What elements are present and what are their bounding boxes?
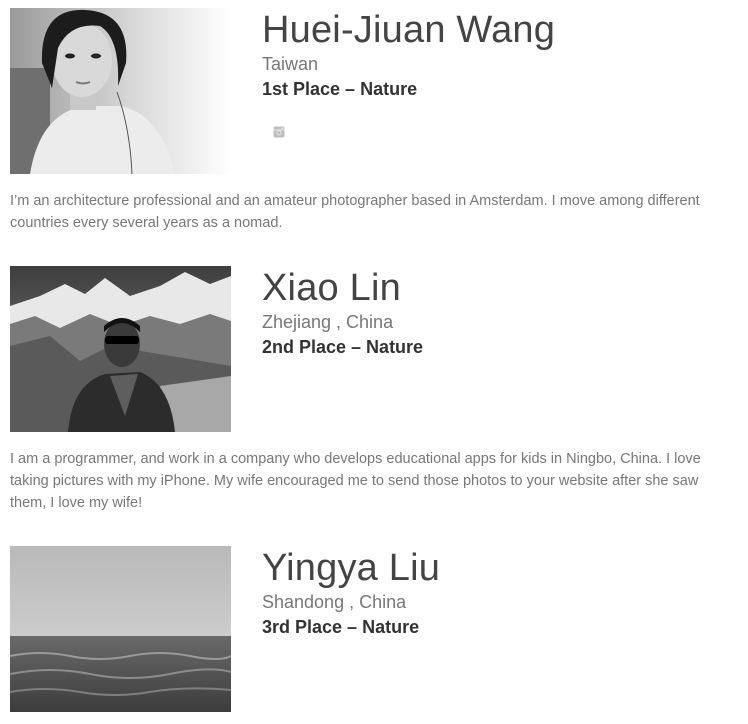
winner-name: Yingya Liu bbox=[262, 547, 441, 589]
winner-bio: I’m an architecture professional and an … bbox=[10, 193, 700, 231]
winner-location: Zhejiang , China bbox=[262, 312, 394, 332]
portrait-image bbox=[10, 8, 231, 174]
winner-name: Xiao Lin bbox=[262, 267, 401, 309]
winner-info: Xiao Lin Zhejiang , China 2nd Place – Na… bbox=[262, 266, 423, 361]
winner-portrait-photo[interactable] bbox=[10, 546, 231, 712]
winner-award: 1st Place – Nature bbox=[262, 79, 418, 99]
winner-portrait-photo[interactable] bbox=[10, 8, 231, 174]
portrait-image bbox=[10, 266, 231, 432]
winner-info: Yingya Liu Shandong , China 3rd Place – … bbox=[262, 546, 440, 641]
winner-info: Huei-Jiuan Wang Taiwan 1st Place – Natur… bbox=[262, 8, 556, 138]
winner-award: 2nd Place – Nature bbox=[262, 337, 424, 357]
winner-bio: I am a programmer, and work in a company… bbox=[10, 451, 701, 511]
winner-location: Shandong , China bbox=[262, 592, 407, 612]
portrait-image bbox=[10, 546, 231, 712]
winner-location: Taiwan bbox=[262, 54, 319, 74]
winner-portrait-photo[interactable] bbox=[10, 266, 231, 432]
winner-award: 3rd Place – Nature bbox=[262, 617, 420, 637]
winner-name: Huei-Jiuan Wang bbox=[262, 9, 556, 51]
instagram-icon[interactable] bbox=[273, 126, 285, 138]
